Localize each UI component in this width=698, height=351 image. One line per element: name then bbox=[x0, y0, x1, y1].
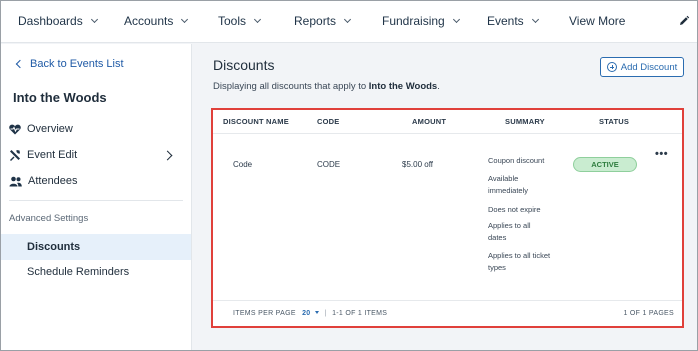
add-discount-label: Add Discount bbox=[620, 61, 678, 73]
sidebar-item-schedule-reminders[interactable]: Schedule Reminders bbox=[1, 259, 191, 285]
people-icon bbox=[9, 176, 22, 186]
sidebar-item-attendees[interactable]: Attendees bbox=[9, 170, 189, 192]
nav-fundraising[interactable]: Fundraising bbox=[382, 14, 460, 28]
chevron-down-icon bbox=[452, 15, 460, 24]
sidebar-item-label: Overview bbox=[27, 123, 73, 135]
sidebar-item-label: Discounts bbox=[27, 241, 81, 253]
add-discount-button[interactable]: Add Discount bbox=[600, 57, 684, 77]
nav-dashboards-label: Dashboards bbox=[18, 14, 83, 28]
sidebar: Back to Events List Into the Woods Overv… bbox=[1, 44, 192, 350]
chevron-down-icon bbox=[253, 15, 262, 24]
chevron-down-icon bbox=[181, 15, 189, 24]
nav-view-more-label: View More bbox=[569, 14, 626, 28]
top-nav: Dashboards Accounts Tools Reports Fundra… bbox=[1, 1, 697, 43]
pencil-icon bbox=[680, 15, 690, 25]
subtitle-event-name: Into the Woods bbox=[368, 81, 438, 92]
sidebar-divider bbox=[9, 200, 183, 201]
sidebar-item-label: Schedule Reminders bbox=[27, 266, 130, 278]
sidebar-item-overview[interactable]: Overview bbox=[9, 118, 189, 140]
subtitle-prefix: Displaying all discounts that apply to bbox=[213, 81, 369, 92]
nav-view-more[interactable]: View More bbox=[569, 14, 625, 28]
nav-reports-label: Reports bbox=[294, 14, 337, 28]
sidebar-item-event-edit[interactable]: Event Edit bbox=[9, 144, 189, 166]
nav-reports[interactable]: Reports bbox=[294, 14, 352, 28]
chevron-left-icon bbox=[15, 59, 25, 69]
highlight-box bbox=[211, 108, 684, 328]
sidebar-item-label: Event Edit bbox=[27, 149, 78, 161]
back-to-events-link[interactable]: Back to Events List bbox=[15, 58, 124, 70]
event-title: Into the Woods bbox=[13, 90, 107, 105]
back-link-label: Back to Events List bbox=[30, 58, 124, 70]
page-title: Discounts bbox=[213, 57, 275, 73]
sidebar-item-label: Attendees bbox=[28, 175, 78, 187]
app-window: Dashboards Accounts Tools Reports Fundra… bbox=[0, 0, 698, 351]
edit-nav-button[interactable] bbox=[675, 12, 693, 30]
nav-tools-label: Tools bbox=[218, 14, 247, 28]
nav-events-label: Events bbox=[487, 14, 524, 28]
nav-accounts[interactable]: Accounts bbox=[124, 14, 189, 28]
tools-icon bbox=[10, 150, 20, 161]
nav-fundraising-label: Fundraising bbox=[382, 14, 445, 28]
nav-accounts-label: Accounts bbox=[124, 14, 174, 28]
nav-events[interactable]: Events bbox=[487, 14, 539, 28]
chevron-down-icon bbox=[531, 15, 539, 24]
chevron-right-icon bbox=[162, 150, 173, 160]
subtitle-suffix: . bbox=[437, 81, 440, 92]
chevron-down-icon bbox=[90, 15, 98, 24]
nav-tools[interactable]: Tools bbox=[218, 14, 262, 28]
heart-pulse-icon bbox=[9, 124, 21, 134]
nav-dashboards[interactable]: Dashboards bbox=[18, 14, 98, 28]
plus-circle-icon bbox=[606, 62, 617, 72]
sidebar-item-discounts[interactable]: Discounts bbox=[1, 234, 191, 260]
advanced-settings-heading: Advanced Settings bbox=[9, 213, 89, 224]
page-subtitle: Displaying all discounts that apply to I… bbox=[213, 81, 440, 92]
chevron-down-icon bbox=[343, 15, 352, 24]
